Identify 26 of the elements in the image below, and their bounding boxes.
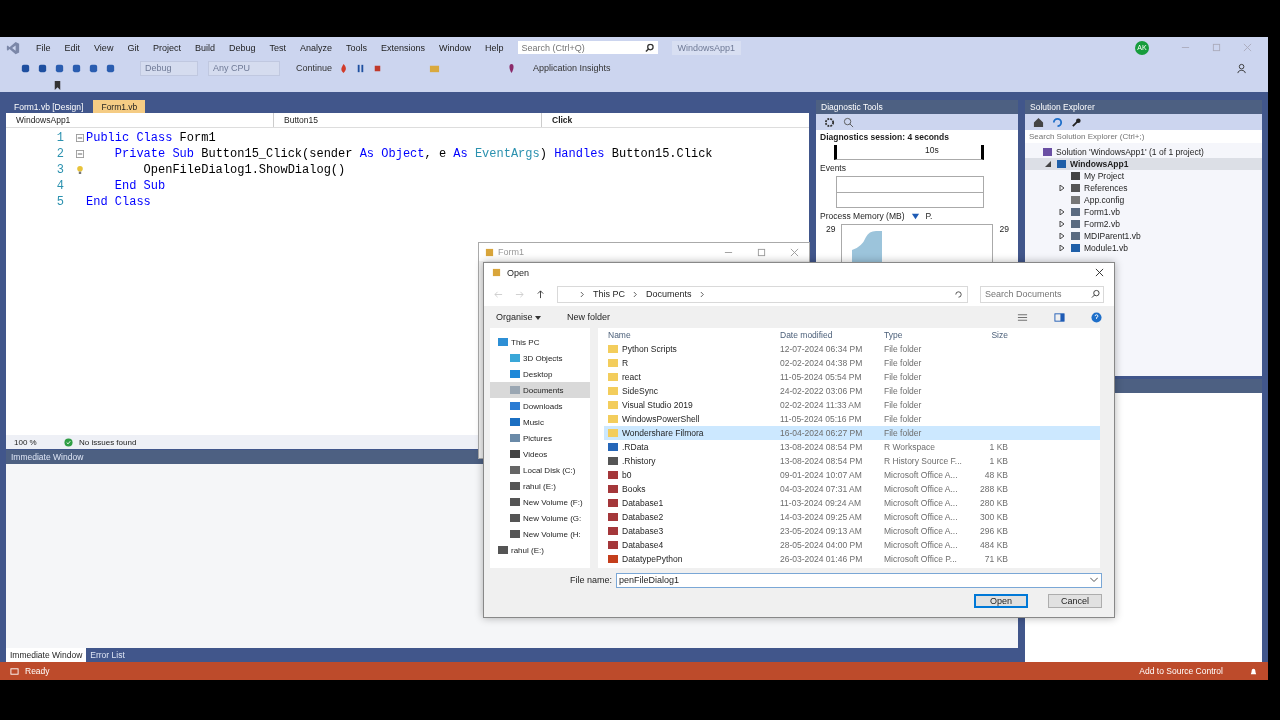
line-number: 2 (55, 147, 64, 161)
code-line: Private Sub Button15_Click(sender As Object, e As EventArgs) Handles Button15.Click (113, 147, 713, 161)
dialog-title: Open (507, 267, 530, 278)
legend-label: P. (925, 211, 933, 221)
panel-title: Solution Explorer (1030, 102, 1095, 112)
line-number: 1 (55, 131, 64, 145)
issues-status: No issues found (79, 437, 137, 447)
line-number: 5 (55, 195, 64, 209)
code-line: OpenFileDialog1.ShowDialog() (142, 163, 346, 177)
code-line: Public Class Form1 (86, 131, 216, 145)
section-label: Process Memory (MB) (820, 211, 905, 221)
panel-title: Immediate Window (11, 452, 84, 462)
status-text: Ready (25, 666, 50, 676)
axis-label: 29 (826, 224, 836, 234)
code-line: End Class (86, 195, 151, 209)
line-number: 3 (55, 163, 64, 177)
axis-label: 29 (999, 224, 1009, 234)
project-title: WindowsApp1 (671, 40, 742, 55)
section-label: Events (820, 163, 847, 173)
file-name-label: File name: (569, 575, 612, 585)
code-line: End Sub (113, 179, 166, 193)
panel-title: Diagnostic Tools (821, 102, 883, 112)
line-number: 4 (55, 179, 64, 193)
window-title: Form1 (498, 247, 524, 257)
timeline-ruler: 10s (834, 145, 984, 160)
session-label: Diagnostics session: 4 seconds (820, 132, 950, 142)
